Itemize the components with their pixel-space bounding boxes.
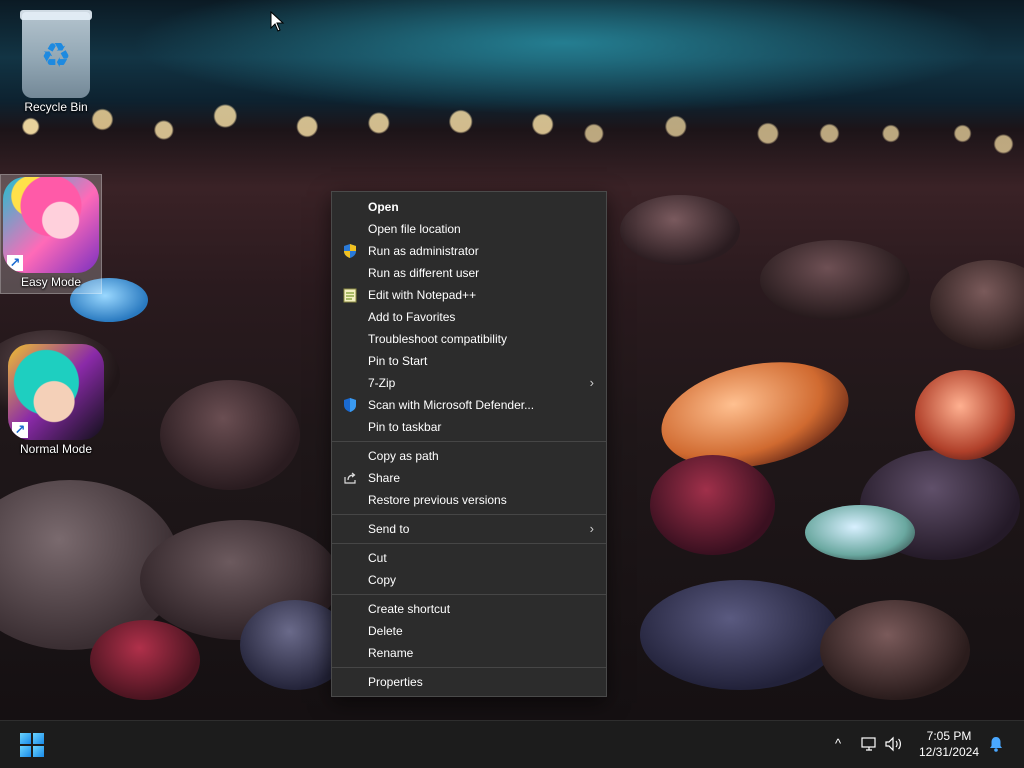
menu-item-open-file-location[interactable]: Open file location [332, 218, 606, 240]
menu-item-delete[interactable]: Delete [332, 620, 606, 642]
menu-item-properties[interactable]: Properties [332, 671, 606, 693]
menu-separator [332, 514, 606, 515]
clock-time: 7:05 PM [926, 729, 972, 743]
menu-item-troubleshoot-compatibility[interactable]: Troubleshoot compatibility [332, 328, 606, 350]
recycle-bin-icon: ♻ [20, 10, 92, 98]
shortcut-arrow-icon: ↗ [12, 422, 28, 438]
network-icon[interactable] [860, 735, 878, 753]
menu-separator [332, 667, 606, 668]
defender-shield-icon [344, 398, 356, 412]
menu-separator [332, 594, 606, 595]
menu-item-share[interactable]: Share [332, 467, 606, 489]
menu-separator [332, 441, 606, 442]
menu-item-edit-with-notepad-plus-plus[interactable]: Edit with Notepad++ [332, 284, 606, 306]
menu-separator [332, 543, 606, 544]
menu-item-7-zip[interactable]: 7-Zip › [332, 372, 606, 394]
chevron-right-icon: › [589, 521, 594, 536]
volume-icon[interactable] [884, 735, 904, 753]
clock-date: 12/31/2024 [918, 745, 980, 759]
taskbar: ^ 7:05 PM 12/31/2024 [0, 720, 1024, 768]
menu-item-restore-previous-versions[interactable]: Restore previous versions [332, 489, 606, 511]
chevron-right-icon: › [589, 375, 594, 390]
share-icon [344, 472, 356, 484]
menu-item-cut[interactable]: Cut [332, 547, 606, 569]
menu-item-scan-with-defender[interactable]: Scan with Microsoft Defender... [332, 394, 606, 416]
mouse-cursor-icon [270, 11, 285, 32]
desktop-icon-normal-mode[interactable]: ↗ Normal Mode [6, 342, 106, 460]
desktop-icon-label: Normal Mode [19, 442, 93, 456]
desktop-icon-easy-mode[interactable]: ↗ Easy Mode [0, 174, 102, 294]
taskbar-clock[interactable]: 7:05 PM 12/31/2024 [916, 728, 982, 760]
chevron-up-icon[interactable]: ^ [830, 733, 846, 755]
notepad-plus-plus-icon [343, 288, 357, 303]
menu-item-open[interactable]: Open [332, 196, 606, 218]
notification-bell-icon[interactable] [987, 735, 1005, 753]
menu-item-send-to[interactable]: Send to › [332, 518, 606, 540]
start-button[interactable] [20, 733, 44, 757]
desktop-icon-recycle-bin[interactable]: ♻ Recycle Bin [6, 8, 106, 120]
uac-shield-icon [344, 244, 356, 258]
app-shortcut-icon: ↗ [8, 344, 104, 440]
menu-item-add-to-favorites[interactable]: Add to Favorites [332, 306, 606, 328]
app-shortcut-icon: ↗ [3, 177, 99, 273]
shortcut-arrow-icon: ↗ [7, 255, 23, 271]
menu-item-copy[interactable]: Copy [332, 569, 606, 591]
menu-item-pin-to-start[interactable]: Pin to Start [332, 350, 606, 372]
menu-item-pin-to-taskbar[interactable]: Pin to taskbar [332, 416, 606, 438]
menu-item-copy-as-path[interactable]: Copy as path [332, 445, 606, 467]
desktop-icon-label: Recycle Bin [24, 100, 88, 114]
menu-item-create-shortcut[interactable]: Create shortcut [332, 598, 606, 620]
menu-item-run-as-administrator[interactable]: Run as administrator [332, 240, 606, 262]
menu-item-rename[interactable]: Rename [332, 642, 606, 664]
desktop-icon-label: Easy Mode [20, 275, 82, 289]
wallpaper-bokeh-lights [0, 95, 1024, 165]
menu-item-run-as-different-user[interactable]: Run as different user [332, 262, 606, 284]
context-menu: Open Open file location Run as administr… [331, 191, 607, 697]
